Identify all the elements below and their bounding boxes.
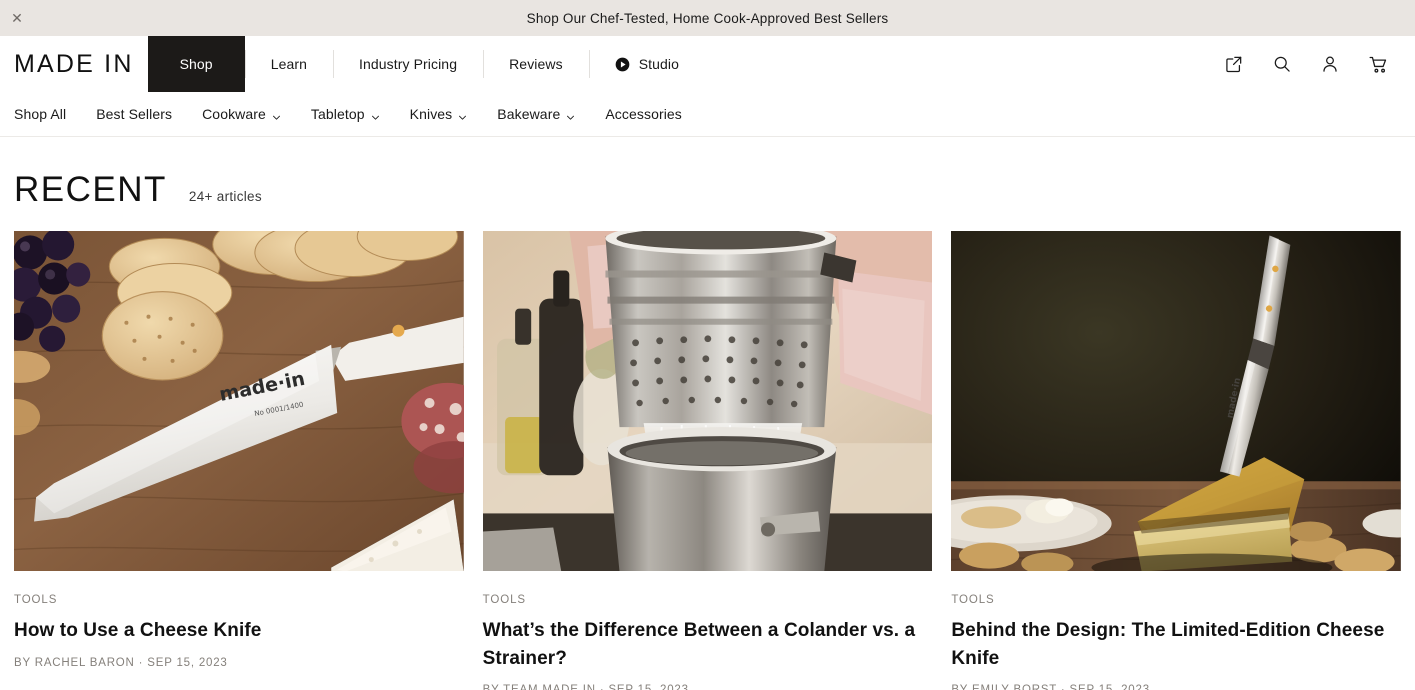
article-category: TOOLS (951, 594, 995, 606)
nav-item-reviews[interactable]: Reviews (483, 36, 589, 92)
subnav-item-label: Tabletop (310, 106, 365, 122)
article-title[interactable]: What’s the Difference Between a Colander… (483, 617, 933, 672)
promo-banner-text: Shop Our Chef-Tested, Home Cook-Approved… (526, 10, 889, 26)
subnav-item-label: Best Sellers (96, 106, 173, 122)
article-title[interactable]: Behind the Design: The Limited-Edition C… (951, 617, 1401, 672)
article-byline: BY RACHEL BARON · SEP 15, 2023 (14, 656, 228, 669)
article-title[interactable]: How to Use a Cheese Knife (14, 617, 464, 645)
article-category: TOOLS (482, 594, 526, 606)
section-header: RECENT 24+ articles (14, 137, 1401, 231)
subnav-item-label: Accessories (605, 106, 682, 122)
primary-nav: Shop Learn Industry Pricing Reviews Stud… (147, 36, 705, 92)
subnav-item-shop-all[interactable]: Shop All (14, 100, 81, 128)
main-content: RECENT 24+ articles made·in No 0001/1400… (0, 137, 1415, 690)
nav-item-learn[interactable]: Learn (244, 36, 333, 92)
article-image[interactable]: made·in (951, 231, 1401, 571)
article-byline: BY TEAM MADE IN · SEP 15, 2023 (483, 684, 933, 690)
subnav-item-label: Shop All (14, 106, 67, 122)
nav-item-shop[interactable]: Shop (147, 36, 245, 92)
article-image[interactable]: made·in No 0001/1400 (14, 231, 464, 571)
header-actions (1223, 36, 1415, 92)
chevron-down-icon (458, 109, 467, 120)
page-title: RECENT (14, 170, 167, 209)
subnav-item-bakeware[interactable]: Bakeware (482, 100, 590, 128)
search-icon[interactable] (1271, 53, 1293, 75)
subnav-item-label: Knives (409, 106, 453, 122)
play-circle-icon (615, 57, 630, 72)
nav-item-label: Learn (270, 56, 307, 72)
article-count: 24+ articles (188, 189, 262, 204)
subnav-item-accessories[interactable]: Accessories (590, 100, 697, 128)
article-card[interactable]: made·in No 0001/1400 TOOLS How to Use a … (14, 231, 464, 690)
nav-item-label: Shop (179, 56, 213, 72)
article-card[interactable]: made·in TOOLS Behind the Design: The Lim… (951, 231, 1401, 690)
brand-logo[interactable]: MADE IN (0, 36, 148, 92)
subnav-item-knives[interactable]: Knives (395, 100, 483, 128)
article-card[interactable]: TOOLS What’s the Difference Between a Co… (482, 231, 933, 690)
nav-item-studio[interactable]: Studio (588, 36, 705, 92)
nav-item-label: Industry Pricing (359, 56, 458, 72)
nav-item-label: Reviews (509, 56, 563, 72)
subnav-item-label: Cookware (202, 106, 266, 122)
close-icon[interactable]: ✕ (4, 5, 30, 31)
subnav-item-tabletop[interactable]: Tabletop (296, 100, 395, 128)
chevron-down-icon (371, 109, 380, 120)
subnav-item-best-sellers[interactable]: Best Sellers (81, 100, 187, 128)
nav-item-label: Studio (638, 56, 679, 72)
account-icon[interactable] (1319, 53, 1341, 75)
cart-icon[interactable] (1367, 53, 1389, 75)
chevron-down-icon (272, 109, 281, 120)
article-byline: BY EMILY BORST · SEP 15, 2023 (951, 684, 1401, 690)
subnav-item-cookware[interactable]: Cookware (187, 100, 296, 128)
chevron-down-icon (566, 109, 575, 120)
nav-item-industry-pricing[interactable]: Industry Pricing (333, 36, 483, 92)
subnav-item-label: Bakeware (497, 106, 561, 122)
share-icon[interactable] (1223, 53, 1245, 75)
secondary-nav: Shop All Best Sellers Cookware Tabletop … (0, 92, 1415, 137)
article-category: TOOLS (14, 594, 58, 606)
site-header: MADE IN Shop Learn Industry Pricing Revi… (0, 36, 1415, 92)
article-image[interactable] (482, 231, 933, 571)
article-grid: made·in No 0001/1400 TOOLS How to Use a … (14, 231, 1401, 690)
promo-banner: ✕ Shop Our Chef-Tested, Home Cook-Approv… (0, 0, 1415, 36)
